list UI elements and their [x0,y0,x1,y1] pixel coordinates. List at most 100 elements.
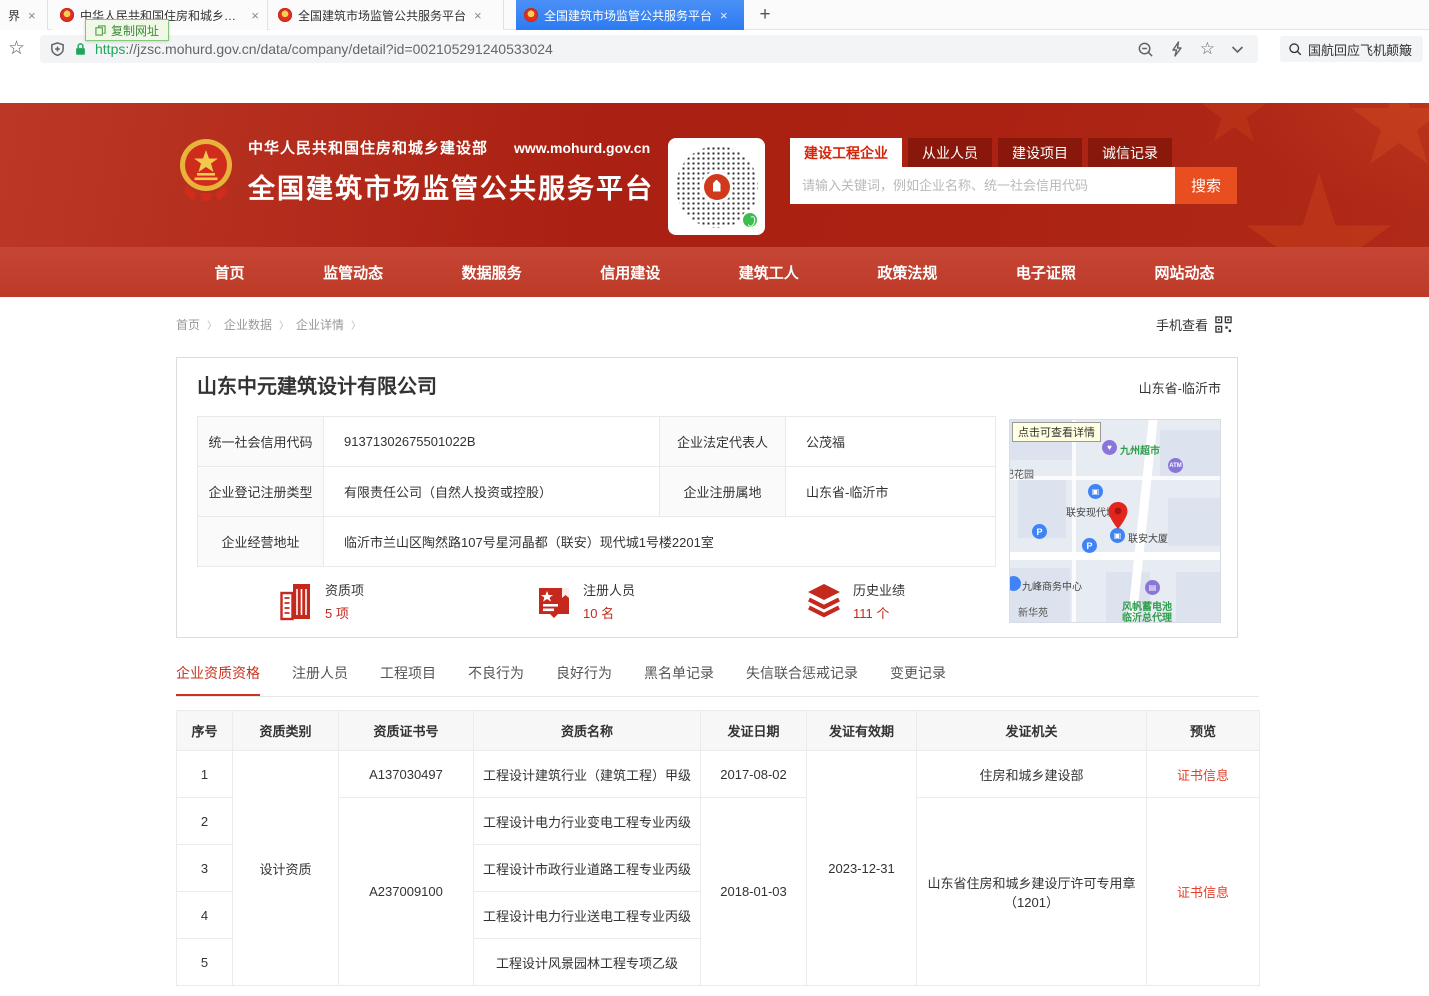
tab-projects[interactable]: 工程项目 [380,663,436,696]
cell-cert-no: A137030497 [339,751,474,798]
tab-close-icon[interactable]: × [720,8,728,23]
new-tab-button[interactable]: + [752,2,778,28]
chevron-down-icon[interactable] [1231,45,1244,54]
flash-extension-icon[interactable] [1170,41,1184,57]
site-brand[interactable]: 中华人民共和国住房和城乡建设部 www.mohurd.gov.cn 全国建筑市场… [178,137,654,206]
reg-type-value: 有限责任公司（自然人投资或控股） [324,467,660,517]
keyword-search-input[interactable] [790,167,1175,204]
map-label-lianan-tower: 联安大厦 [1128,530,1168,545]
secure-lock-icon[interactable] [74,42,87,56]
breadcrumb-enterprise-detail[interactable]: 企业详情 [296,316,344,333]
stat-historical-performance[interactable]: 历史业绩 111 个 [805,580,905,622]
building-icon [279,581,315,621]
search-tab-personnel[interactable]: 从业人员 [908,138,992,167]
search-button[interactable]: 搜索 [1175,167,1237,204]
browser-tab-1[interactable]: 界 × [0,0,48,30]
certificate-info-link[interactable]: 证书信息 [1177,768,1229,783]
cell-qualification-name: 工程设计市政行业道路工程专业丙级 [474,845,701,892]
nav-item-news[interactable]: 网站动态 [1154,262,1214,283]
certificate-info-link[interactable]: 证书信息 [1177,885,1229,900]
tab-blacklist[interactable]: 黑名单记录 [644,663,714,696]
parking-marker-icon: P [1082,538,1097,553]
col-header-issue-date: 发证日期 [701,711,807,751]
map-label-garden: 纪花园 [1009,466,1034,481]
favorite-star-icon[interactable]: ☆ [1200,39,1215,59]
tab-bad-behavior[interactable]: 不良行为 [468,663,524,696]
map-tooltip: 点击可查看详情 [1012,422,1101,442]
stat-value: 10 名 [583,603,635,622]
breadcrumb: 首页〉 企业数据〉 企业详情〉 [176,316,361,333]
credit-code-value: 91371302675501022B [324,417,660,467]
breadcrumb-enterprise-data[interactable]: 企业数据 [224,316,272,333]
map-label-business-center: 九峰商务中心 [1022,578,1082,593]
main-navigation: 首页 监管动态 数据服务 信用建设 建筑工人 政策法规 电子证照 网站动态 [0,247,1429,297]
company-location-pin-icon [1108,502,1128,530]
cell-issue-date: 2018-01-03 [701,798,807,986]
company-name: 山东中元建筑设计有限公司 [197,370,437,399]
nav-item-home[interactable]: 首页 [215,262,245,283]
tab-registered-personnel[interactable]: 注册人员 [292,663,348,696]
mobile-view-button[interactable]: 手机查看 [1156,315,1232,334]
credit-code-label: 统一社会信用代码 [198,417,324,467]
site-favicon-icon [524,8,538,22]
qr-code-icon [1215,316,1232,333]
tab-change-record[interactable]: 变更记录 [890,663,946,696]
cell-qualification-name: 工程设计建筑行业（建筑工程）甲级 [474,751,701,798]
national-emblem-icon [178,137,234,201]
tab-good-behavior[interactable]: 良好行为 [556,663,612,696]
breadcrumb-separator: 〉 [351,317,361,332]
parking-marker-icon: P [1032,524,1047,539]
search-tab-credit[interactable]: 诚信记录 [1088,138,1172,167]
stat-label: 历史业绩 [853,580,905,599]
breadcrumb-home[interactable]: 首页 [176,316,200,333]
location-map[interactable]: 点击可查看详情 ♥ 九州超市 ATM 纪花园 ▣ 联安现代城 ▣ 联安大厦 P … [1009,419,1221,623]
battery-marker-icon: ▤ [1145,580,1160,595]
map-label-xinhua: 新华苑 [1018,604,1048,619]
tab-close-icon[interactable]: × [28,8,36,23]
browser-tab-active[interactable]: 全国建筑市场监管公共服务平台 × [516,0,744,30]
search-tab-project[interactable]: 建设项目 [998,138,1082,167]
site-header: 中华人民共和国住房和城乡建设部 www.mohurd.gov.cn 全国建筑市场… [0,103,1429,247]
nav-item-supervision[interactable]: 监管动态 [323,262,383,283]
cell-no: 1 [177,751,233,798]
cell-preview: 证书信息 [1147,751,1260,798]
col-header-name: 资质名称 [474,711,701,751]
nav-item-certificates[interactable]: 电子证照 [1016,262,1076,283]
tab-title: 界 [8,7,20,24]
tab-dishonesty-record[interactable]: 失信联合惩戒记录 [746,663,858,696]
nav-item-workers[interactable]: 建筑工人 [739,262,799,283]
col-header-preview: 预览 [1147,711,1260,751]
qualification-table: 序号 资质类别 资质证书号 资质名称 发证日期 发证有效期 发证机关 预览 1 … [176,710,1260,986]
url-text[interactable]: https://jzsc.mohurd.gov.cn/data/company/… [95,41,553,57]
detail-tab-bar: 企业资质资格 注册人员 工程项目 不良行为 良好行为 黑名单记录 失信联合惩戒记… [176,663,1259,697]
col-header-category: 资质类别 [233,711,339,751]
browser-tab-3[interactable]: 全国建筑市场监管公共服务平台 × [270,0,504,30]
cell-authority: 山东省住房和城乡建设厅许可专用章 （1201） [917,798,1147,986]
stat-qualifications[interactable]: 资质项 5 项 [279,580,364,622]
tab-enterprise-qualification[interactable]: 企业资质资格 [176,663,260,696]
zoom-out-icon[interactable] [1137,41,1154,58]
nav-item-policy[interactable]: 政策法规 [877,262,937,283]
search-tab-enterprise[interactable]: 建设工程企业 [790,138,902,167]
hot-search-text: 国航回应飞机颠簸 [1308,40,1412,59]
authority-line-1: 山东省住房和城乡建设厅许可专用章 [923,873,1140,892]
stat-value: 111 个 [853,603,905,622]
site-favicon-icon [278,8,292,22]
company-region: 山东省-临沂市 [1139,378,1221,397]
nav-item-data-service[interactable]: 数据服务 [462,262,522,283]
shield-icon[interactable] [50,41,65,57]
stat-label: 资质项 [325,580,364,599]
nav-item-credit[interactable]: 信用建设 [600,262,660,283]
tab-close-icon[interactable]: × [251,8,259,23]
site-favicon-icon [60,8,74,22]
table-row: 统一社会信用代码 91371302675501022B 企业法定代表人 公茂福 [198,417,996,467]
browser-url-row: ☆ https://jzsc.mohurd.gov.cn/data/compan… [0,31,1429,67]
address-bar[interactable]: https://jzsc.mohurd.gov.cn/data/company/… [40,35,1258,63]
table-row: 企业经营地址 临沂市兰山区陶然路107号星河晶都（联安）现代城1号楼2201室 [198,517,996,567]
address-value: 临沂市兰山区陶然路107号星河晶都（联安）现代城1号楼2201室 [324,517,996,567]
bookmark-star-icon[interactable]: ☆ [8,38,30,60]
stat-registered-personnel[interactable]: 注册人员 10 名 [535,580,635,622]
tab-close-icon[interactable]: × [474,8,482,23]
copy-icon [95,25,106,36]
hot-search-box[interactable]: 国航回应飞机颠簸 [1280,36,1423,62]
